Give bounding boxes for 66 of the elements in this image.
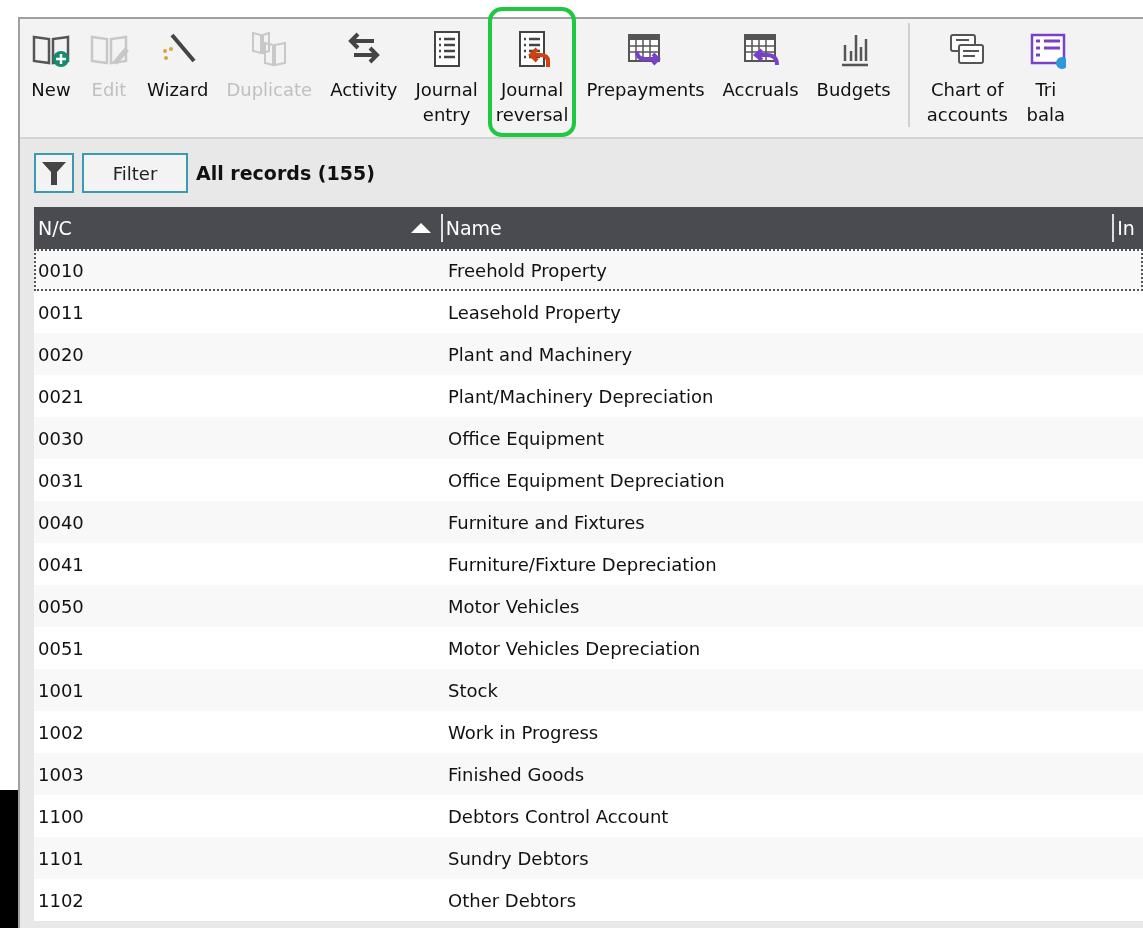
name-cell-text: Office Equipment Depreciation: [447, 469, 726, 491]
name-cell-text: Debtors Control Account: [447, 805, 670, 827]
reversal-toolbar-button[interactable]: Journal reversal: [487, 7, 577, 137]
account-row[interactable]: 0041 Furniture/Fixture Depreciation: [34, 543, 1143, 585]
account-row[interactable]: 0021 Plant/Machinery Depreciation: [34, 375, 1143, 417]
account-row[interactable]: 1002 Work in Progress: [34, 711, 1143, 753]
name-cell-text: Work in Progress: [447, 721, 600, 743]
name-cell-text: Furniture and Fixtures: [447, 511, 646, 533]
account-row[interactable]: 1100 Debtors Control Account: [34, 795, 1143, 837]
nc-cell-text: 0011: [37, 301, 85, 323]
wizard-toolbar-button[interactable]: Wizard: [139, 19, 217, 137]
nc-cell-text: 0041: [37, 553, 85, 575]
nc-cell-text: 1003: [37, 763, 85, 785]
name-cell-text: Plant and Machinery: [447, 343, 634, 365]
account-row[interactable]: 0031 Office Equipment Depreciation: [34, 459, 1143, 501]
account-row[interactable]: 0020 Plant and Machinery: [34, 333, 1143, 375]
name-cell-text: Office Equipment: [447, 427, 605, 449]
journal-toolbar-button[interactable]: Journal entry: [407, 19, 486, 137]
account-row[interactable]: 1001 Stock: [34, 669, 1143, 711]
name-cell-text: Other Debtors: [447, 889, 578, 911]
account-row[interactable]: 0030 Office Equipment: [34, 417, 1143, 459]
nc-cell-text: 0031: [37, 469, 85, 491]
name-cell-text: Motor Vehicles Depreciation: [447, 637, 702, 659]
column-header[interactable]: N/C: [34, 207, 441, 249]
nc-cell-text: 0051: [37, 637, 85, 659]
chart-toolbar-button[interactable]: Chart of accounts: [918, 19, 1016, 137]
activity-toolbar-button[interactable]: Activity: [322, 19, 406, 137]
account-row[interactable]: 0050 Motor Vehicles: [34, 585, 1143, 627]
budget-toolbar-button[interactable]: Budgets: [808, 19, 899, 137]
trial-toolbar-button[interactable]: Tri bala: [1017, 19, 1074, 137]
account-row[interactable]: 1003 Finished Goods: [34, 753, 1143, 795]
name-cell-text: Motor Vehicles: [447, 595, 581, 617]
nc-cell-text: 1100: [37, 805, 85, 827]
nc-cell-text: 0030: [37, 427, 85, 449]
name-cell-text: Plant/Machinery Depreciation: [447, 385, 715, 407]
nc-cell-text: 1101: [37, 847, 85, 869]
name-cell-text: Stock: [447, 679, 499, 701]
filter-icon: [41, 160, 67, 186]
nc-cell-text: 0040: [37, 511, 85, 533]
column-header[interactable]: Name: [440, 214, 1113, 242]
name-cell-text: Freehold Property: [447, 259, 608, 281]
name-cell-text: Leasehold Property: [447, 301, 622, 323]
nc-cell-text: 0020: [37, 343, 85, 365]
account-row[interactable]: 1101 Sundry Debtors: [34, 837, 1143, 879]
nc-cell-text: 0050: [37, 595, 85, 617]
nc-cell-text: 1102: [37, 889, 85, 911]
name-cell-text: Sundry Debtors: [447, 847, 590, 869]
account-row[interactable]: 0040 Furniture and Fixtures: [34, 501, 1143, 543]
accrual-toolbar-button[interactable]: Accruals: [714, 19, 807, 137]
sort-up-icon: [410, 223, 431, 233]
filter-icon-button[interactable]: [34, 153, 74, 193]
filter-button[interactable]: Filter: [82, 153, 188, 193]
account-row[interactable]: 0010 Freehold Property: [34, 249, 1143, 291]
record-count-label: All records (155): [196, 162, 375, 184]
name-cell-text: Finished Goods: [447, 763, 586, 785]
nc-cell-text: 0010: [37, 259, 85, 281]
name-cell-text: Furniture/Fixture Depreciation: [447, 553, 718, 575]
nc-cell-text: 1001: [37, 679, 85, 701]
column-header[interactable]: In: [1112, 214, 1143, 242]
new-toolbar-button[interactable]: New: [23, 19, 79, 137]
nc-cell-text: 0021: [37, 385, 85, 407]
account-row[interactable]: 0051 Motor Vehicles Depreciation: [34, 627, 1143, 669]
account-row[interactable]: 0011 Leasehold Property: [34, 291, 1143, 333]
prepay-toolbar-button[interactable]: Prepayments: [578, 19, 713, 137]
nc-cell-text: 1002: [37, 721, 85, 743]
account-row[interactable]: 1102 Other Debtors: [34, 879, 1143, 921]
